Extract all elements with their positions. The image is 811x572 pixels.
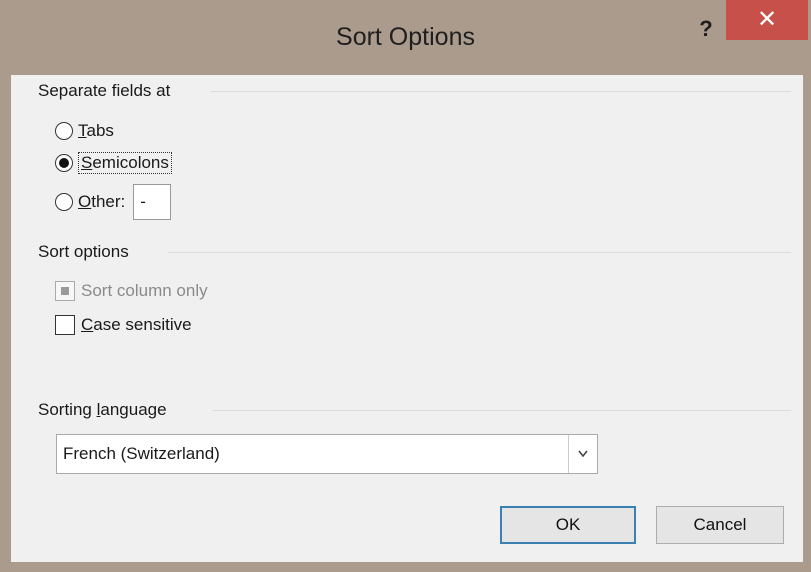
- chevron-down-icon[interactable]: [568, 435, 597, 473]
- case-sensitive-label: Case sensitive: [81, 315, 192, 334]
- separator-line: [168, 252, 791, 253]
- radio-tabs[interactable]: Tabs: [55, 121, 114, 141]
- radio-semicolons-label: Semicolons: [78, 152, 172, 174]
- cancel-button[interactable]: Cancel: [656, 506, 784, 544]
- sort-column-only-label: Sort column only: [81, 281, 208, 300]
- separator-line: [211, 91, 791, 92]
- close-icon: ✕: [756, 6, 778, 33]
- title-bar: Sort Options ? ✕: [0, 0, 811, 75]
- radio-other[interactable]: Other: -: [55, 184, 172, 220]
- radio-semicolons-circle[interactable]: [55, 154, 73, 172]
- ok-button[interactable]: OK: [500, 506, 636, 544]
- dialog-title: Sort Options: [336, 23, 475, 51]
- dialog-content: Separate fields at Tabs Semicolons Other…: [11, 75, 803, 562]
- help-button[interactable]: ?: [692, 14, 720, 44]
- case-sensitive-checkbox[interactable]: [55, 315, 75, 335]
- radio-other-circle[interactable]: [55, 193, 73, 211]
- case-sensitive-option[interactable]: Case sensitive: [55, 315, 192, 335]
- radio-other-label: Other:: [78, 192, 126, 211]
- sorting-language-value: French (Switzerland): [63, 444, 220, 463]
- radio-tabs-circle[interactable]: [55, 122, 73, 140]
- radio-tabs-label: Tabs: [78, 121, 114, 140]
- sort-column-only-checkbox: [55, 281, 75, 301]
- sort-column-only-option: Sort column only: [55, 281, 208, 301]
- radio-semicolons[interactable]: Semicolons: [55, 152, 172, 174]
- separator-line: [212, 410, 791, 411]
- sorting-language-select[interactable]: French (Switzerland): [56, 434, 598, 474]
- sort-options-header: Sort options: [38, 242, 129, 261]
- sorting-language-header: Sorting language: [38, 400, 167, 419]
- separate-fields-header: Separate fields at: [38, 81, 171, 100]
- close-button[interactable]: ✕: [726, 0, 808, 40]
- other-separator-input[interactable]: -: [133, 184, 172, 220]
